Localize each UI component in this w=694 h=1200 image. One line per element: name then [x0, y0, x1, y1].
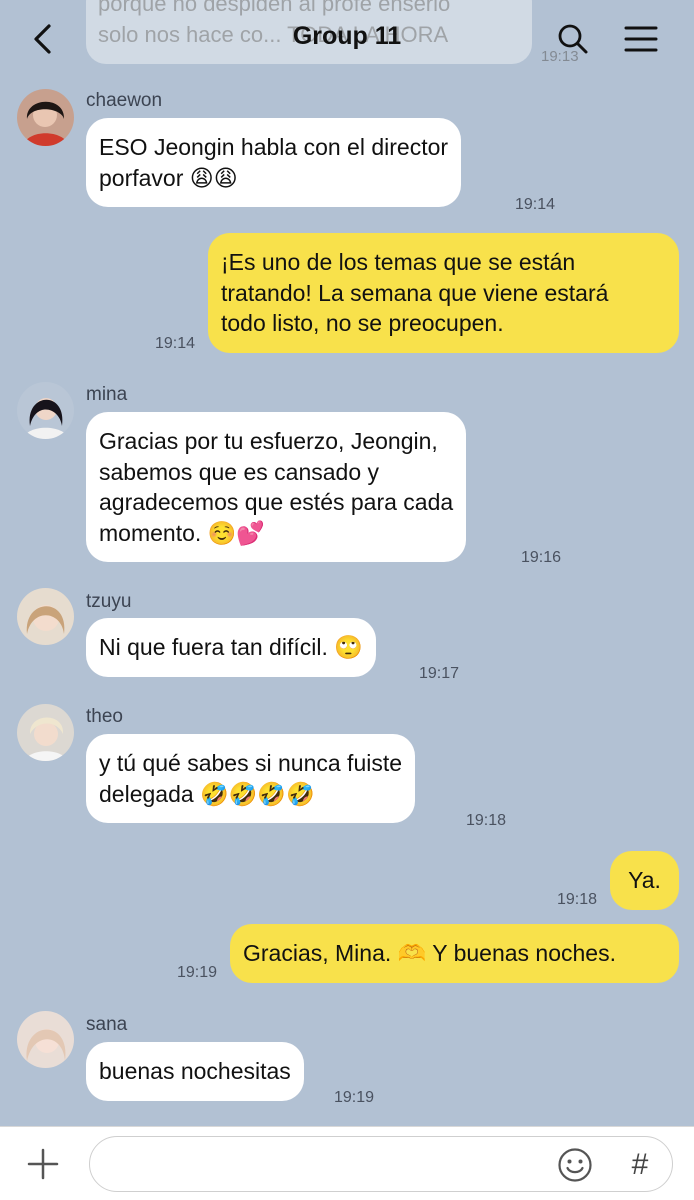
- menu-button[interactable]: [616, 14, 666, 64]
- message-bubble-incoming[interactable]: Gracias por tu esfuerzo, Jeongin, sabemo…: [86, 412, 467, 562]
- message-bubble-incoming[interactable]: Ni que fuera tan difícil. 🙄: [86, 618, 376, 677]
- message-bubble-outgoing[interactable]: ¡Es uno de los temas que se están tratan…: [208, 233, 679, 353]
- chat-screen: porque no despiden al profe enserio solo…: [0, 0, 694, 1200]
- message-time: 19:14: [155, 335, 196, 352]
- search-button[interactable]: [548, 14, 598, 64]
- search-icon: [558, 24, 588, 54]
- message-input-bar: #: [0, 1126, 694, 1200]
- plus-icon: [27, 1148, 59, 1180]
- message-bubble-incoming[interactable]: y tú qué sabes si nunca fuiste delegada …: [86, 734, 416, 823]
- message-line: ¡Es uno de los temas que se están: [221, 249, 576, 275]
- sender-name: tzuyu: [86, 591, 132, 612]
- message-line: todo listo, no se preocupen.: [221, 310, 504, 336]
- message-line: buenas nochesitas: [99, 1058, 291, 1084]
- avatar-chaewon[interactable]: [17, 89, 74, 146]
- avatar-sana[interactable]: [17, 1011, 74, 1068]
- emoji-button[interactable]: [555, 1145, 595, 1185]
- message-line: Gracias, Mina. 🫶 Y buenas noches.: [243, 940, 616, 966]
- message-time: 19:14: [515, 196, 556, 213]
- avatar-tzuyu[interactable]: [17, 588, 74, 645]
- message-time: 19:18: [557, 891, 598, 908]
- hashtag-button[interactable]: #: [620, 1145, 660, 1185]
- message-bubble-outgoing[interactable]: Gracias, Mina. 🫶 Y buenas noches.: [230, 924, 679, 983]
- sender-name: sana: [86, 1014, 128, 1035]
- message-time: 19:16: [521, 549, 562, 566]
- sender-name: theo: [86, 706, 123, 727]
- message-line: delegada 🤣🤣🤣🤣: [99, 780, 315, 807]
- avatar-theo[interactable]: [17, 704, 74, 761]
- message-line: porfavor 😩😩: [99, 164, 238, 191]
- message-time: 19:17: [419, 665, 460, 682]
- message-line: agradecemos que estés para cada: [99, 489, 454, 515]
- message-line: Ya.: [628, 867, 661, 893]
- avatar-mina[interactable]: [17, 382, 74, 439]
- message-line: Ni que fuera tan difícil. 🙄: [99, 634, 363, 660]
- message-line: y tú qué sabes si nunca fuiste: [99, 750, 403, 776]
- message-time: 19:19: [177, 964, 218, 981]
- sender-name: mina: [86, 384, 128, 405]
- message-time: 19:19: [334, 1089, 375, 1106]
- attach-button[interactable]: [22, 1143, 64, 1185]
- message-time: 19:18: [466, 812, 507, 829]
- message-line: momento. ☺️💕: [99, 519, 265, 546]
- message-bubble-incoming[interactable]: ESO Jeongin habla con el director porfav…: [86, 118, 462, 207]
- hamburger-menu-icon: [624, 26, 658, 52]
- sender-name: chaewon: [86, 90, 163, 111]
- message-bubble-incoming[interactable]: buenas nochesitas: [86, 1042, 304, 1101]
- emoji-icon: [558, 1148, 592, 1182]
- message-line: tratando! La semana que viene estará: [221, 279, 609, 306]
- home-indicator: [0, 1196, 694, 1200]
- message-bubble-outgoing[interactable]: Ya.: [610, 851, 679, 910]
- message-line: ESO Jeongin habla con el director: [99, 134, 449, 160]
- message-line: sabemos que es cansado y: [99, 458, 380, 485]
- message-line: Gracias por tu esfuerzo, Jeongin,: [99, 428, 438, 454]
- chat-header: Group 11: [0, 0, 694, 78]
